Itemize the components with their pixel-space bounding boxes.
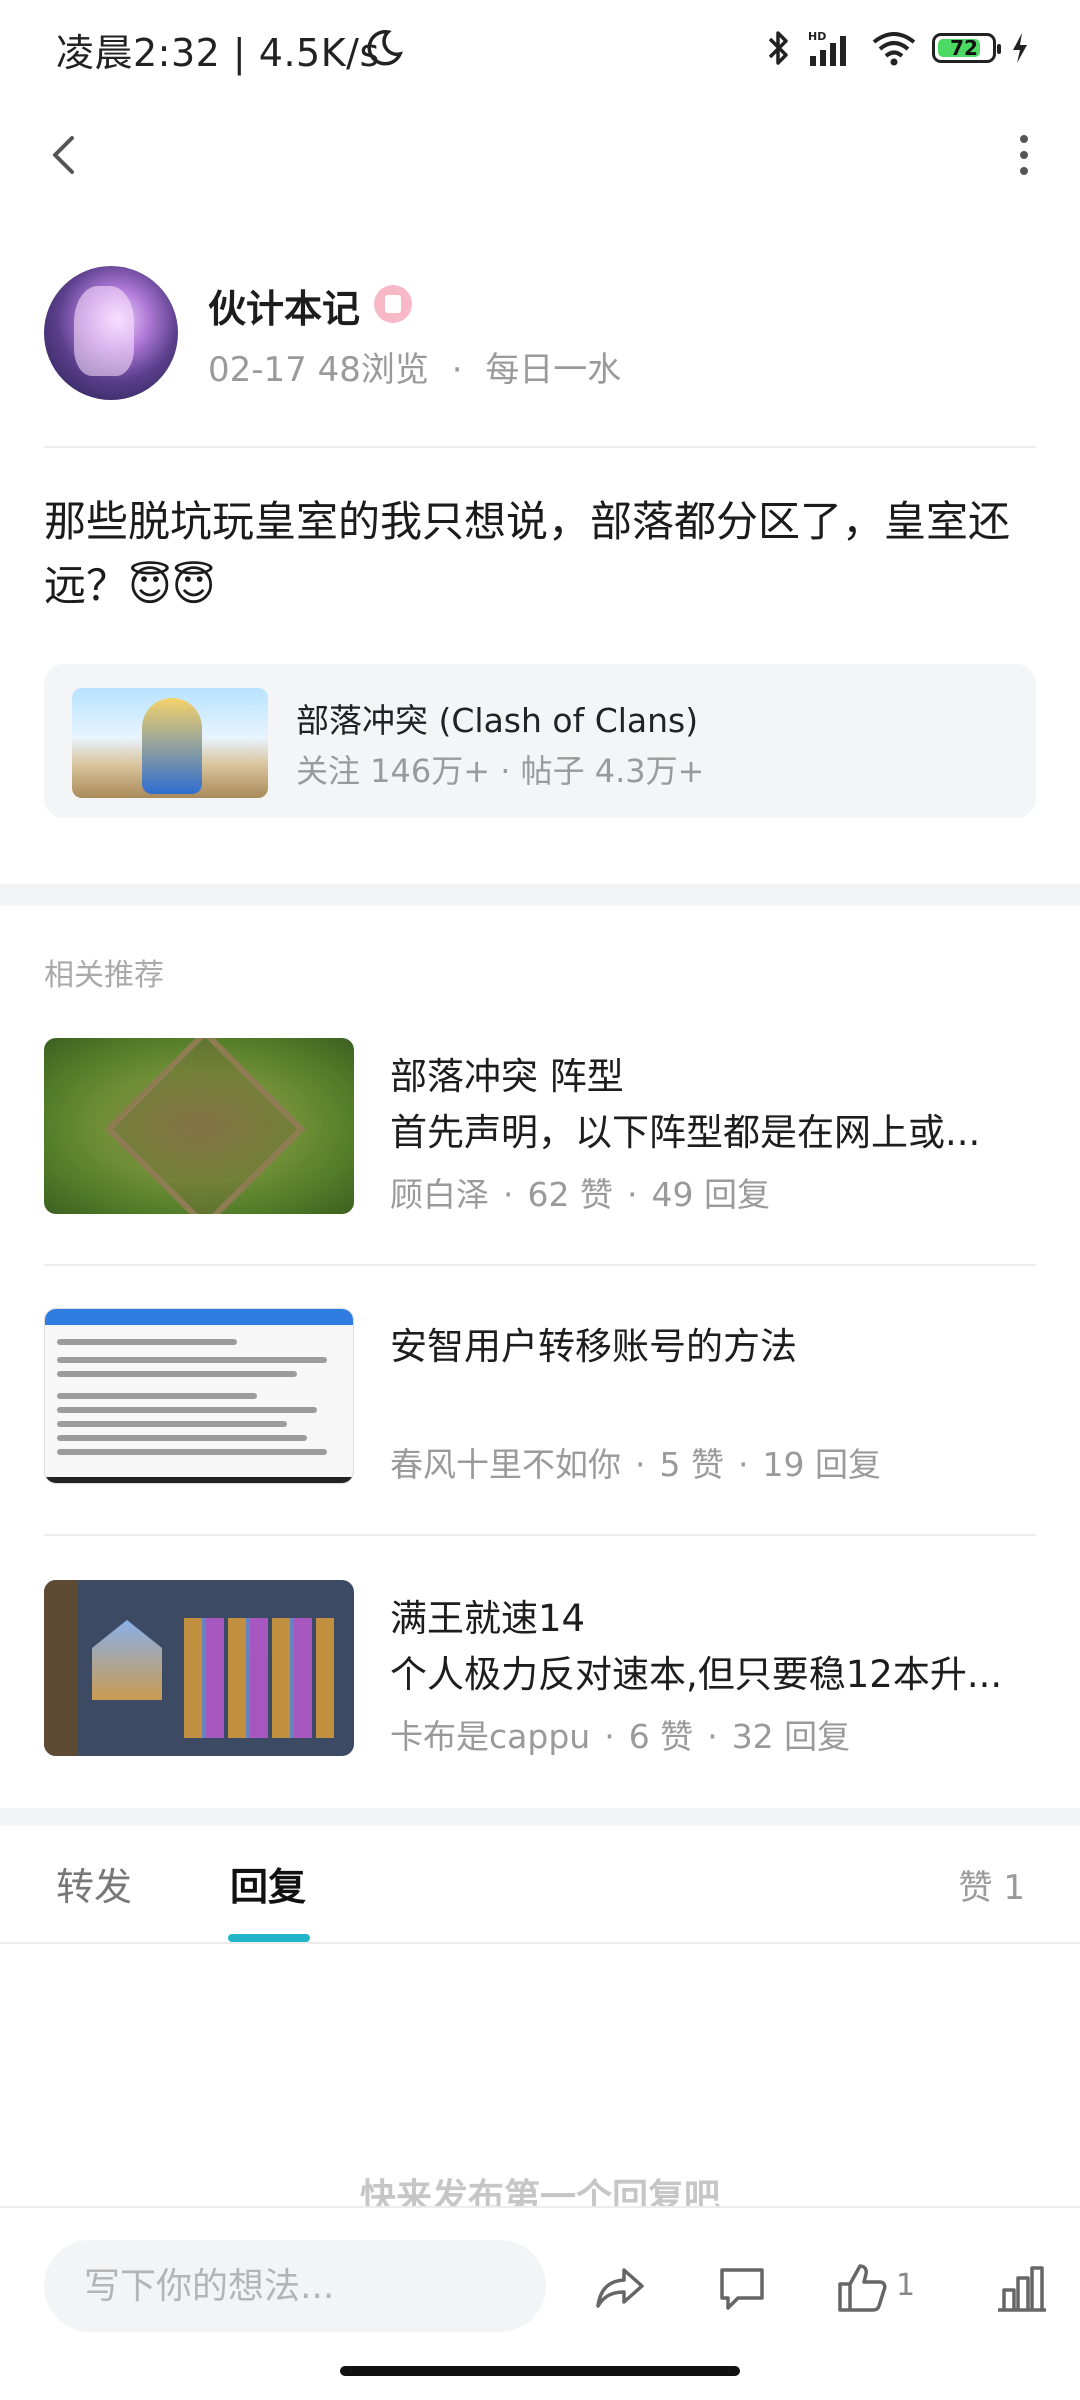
home-indicator[interactable] — [340, 2366, 740, 2376]
recommendation-thumbnail — [44, 1038, 354, 1214]
recommendation-title: 安智用户转移账号的方法 — [390, 1325, 797, 1368]
section-divider — [0, 1808, 1080, 1826]
author-badge-icon — [374, 285, 412, 323]
recommendation-author: 卡布是cappu — [390, 1717, 591, 1756]
battery-icon: 72 — [932, 33, 1001, 63]
post-text: 那些脱坑玩皇室的我只想说，部落都分区了，皇室还远？😇😇 — [44, 497, 1011, 610]
author-name[interactable]: 伙计本记 — [208, 278, 360, 333]
post-meta: 02-17 48浏览 · 每日一水 — [208, 342, 621, 391]
dot-separator: · — [635, 1445, 646, 1484]
recommendation-title: 满王就速14 — [390, 1597, 586, 1640]
dot-separator: · — [738, 1445, 749, 1484]
recommendation-item[interactable]: 满王就速14 个人极力反对速本,但只要稳12本升... 卡布是cappu · 6 赞… — [44, 1580, 1036, 1758]
top-nav — [0, 110, 1080, 200]
recommendation-replies: 19 回复 — [762, 1445, 881, 1484]
divider — [44, 1264, 1036, 1266]
stats-icon[interactable] — [994, 2260, 1050, 2316]
avatar[interactable] — [44, 266, 178, 400]
divider — [44, 1534, 1036, 1536]
share-icon[interactable] — [592, 2260, 648, 2316]
tab-forward[interactable]: 转发 — [56, 1856, 132, 1911]
recommendation-stats: 春风十里不如你 · 5 赞 · 19 回复 — [390, 1438, 881, 1486]
wifi-icon — [872, 32, 916, 66]
recommendation-excerpt: 首先声明，以下阵型都是在网上或... — [390, 1111, 981, 1154]
post-category[interactable]: 每日一水 — [485, 350, 621, 390]
status-bar: 凌晨2:32 | 4.5K/s HD 72 — [0, 0, 1080, 100]
recommendation-likes: 5 赞 — [659, 1445, 725, 1484]
recommendation-item[interactable]: 部落冲突 阵型 首先声明，以下阵型都是在网上或... 顾白泽 · 62 赞 · 49 回… — [44, 1038, 1036, 1216]
like-count: 1 — [896, 2268, 916, 2303]
recommendation-likes: 62 赞 — [527, 1175, 613, 1214]
dot-separator: · — [503, 1175, 514, 1214]
bottom-bar: 1 — [0, 2206, 1080, 2356]
thumbs-up-icon[interactable] — [834, 2260, 890, 2316]
recommendation-replies: 32 回复 — [731, 1717, 851, 1756]
bluetooth-icon — [768, 31, 788, 65]
charging-icon — [1013, 33, 1027, 63]
reply-input[interactable] — [44, 2240, 546, 2332]
recommendation-replies: 49 回复 — [651, 1175, 770, 1214]
back-icon[interactable] — [40, 130, 90, 180]
comment-icon[interactable] — [714, 2260, 770, 2316]
dot-separator: · — [604, 1717, 615, 1756]
recommendation-title: 部落冲突 阵型 — [390, 1055, 624, 1098]
game-title: 部落冲突 (Clash of Clans) — [296, 701, 699, 740]
game-stats: 关注 146万+ · 帖子 4.3万+ — [296, 752, 705, 790]
divider — [44, 446, 1036, 448]
recommendation-author: 顾白泽 — [390, 1175, 489, 1214]
recommendation-item[interactable]: 安智用户转移账号的方法 春风十里不如你 · 5 赞 · 19 回复 — [44, 1308, 1036, 1486]
recommendation-likes: 6 赞 — [628, 1717, 694, 1756]
dot-separator: · — [707, 1717, 718, 1756]
recommendation-author: 春风十里不如你 — [390, 1445, 621, 1484]
recommendation-thumbnail — [44, 1308, 354, 1484]
tab-reply[interactable]: 回复 — [230, 1856, 306, 1911]
recommendations-heading: 相关推荐 — [44, 958, 164, 993]
battery-level: 72 — [950, 36, 978, 60]
status-icons: HD 72 — [766, 26, 1030, 70]
recommendation-thumbnail — [44, 1580, 354, 1756]
moon-icon — [367, 30, 403, 66]
section-divider — [0, 884, 1080, 906]
tab-indicator — [228, 1934, 310, 1942]
game-card[interactable]: 部落冲突 (Clash of Clans) 关注 146万+ · 帖子 4.3万… — [44, 664, 1036, 818]
post-date: 02-17 — [208, 350, 307, 390]
post-views: 48浏览 — [317, 350, 429, 390]
game-thumbnail — [72, 688, 268, 798]
meta-separator: · — [451, 350, 463, 390]
recommendation-stats: 卡布是cappu · 6 赞 · 32 回复 — [390, 1710, 850, 1758]
dot-separator: · — [626, 1175, 638, 1214]
tab-likes[interactable]: 赞 1 — [959, 1860, 1025, 1909]
svg-text:HD: HD — [808, 30, 826, 43]
status-time: 凌晨2:32 | 4.5K/s — [56, 31, 380, 75]
more-icon[interactable] — [1014, 130, 1034, 180]
recommendation-excerpt: 个人极力反对速本,但只要稳12本升... — [390, 1653, 1003, 1696]
divider — [0, 1942, 1080, 1944]
recommendation-stats: 顾白泽 · 62 赞 · 49 回复 — [390, 1168, 770, 1216]
signal-icon: HD — [808, 30, 846, 66]
